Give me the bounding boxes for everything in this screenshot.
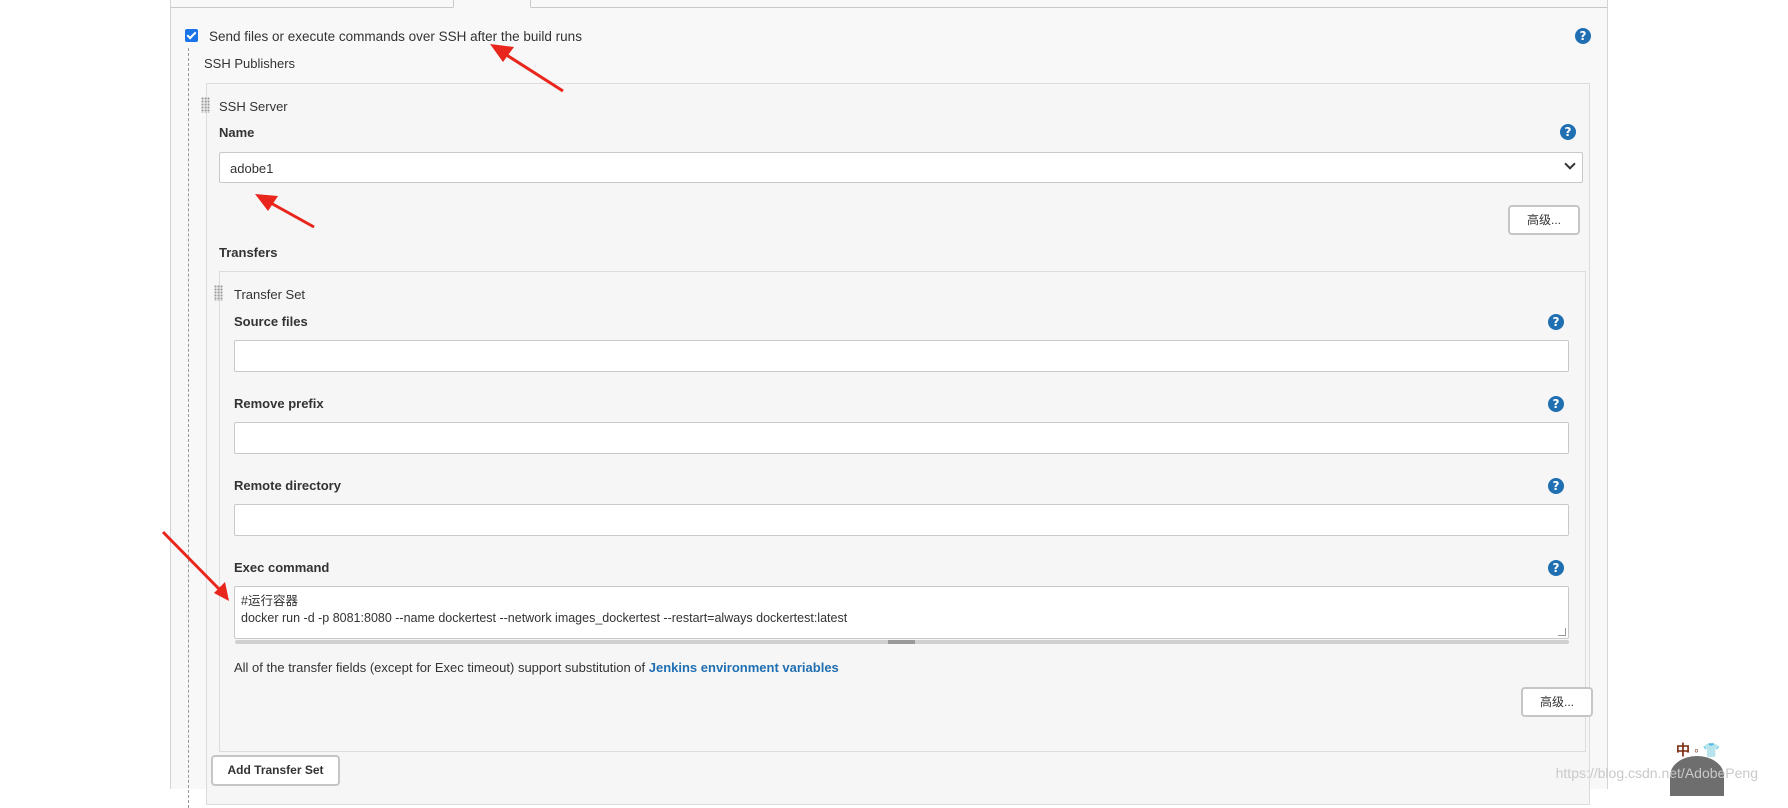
watermark: https://blog.csdn.net/AdobePeng — [1555, 765, 1758, 781]
annotation-arrow-checkbox — [490, 44, 564, 93]
annotation-arrows — [161, 44, 564, 601]
annotation-arrow-name — [255, 194, 315, 229]
annotation-arrow-exec — [161, 530, 229, 601]
